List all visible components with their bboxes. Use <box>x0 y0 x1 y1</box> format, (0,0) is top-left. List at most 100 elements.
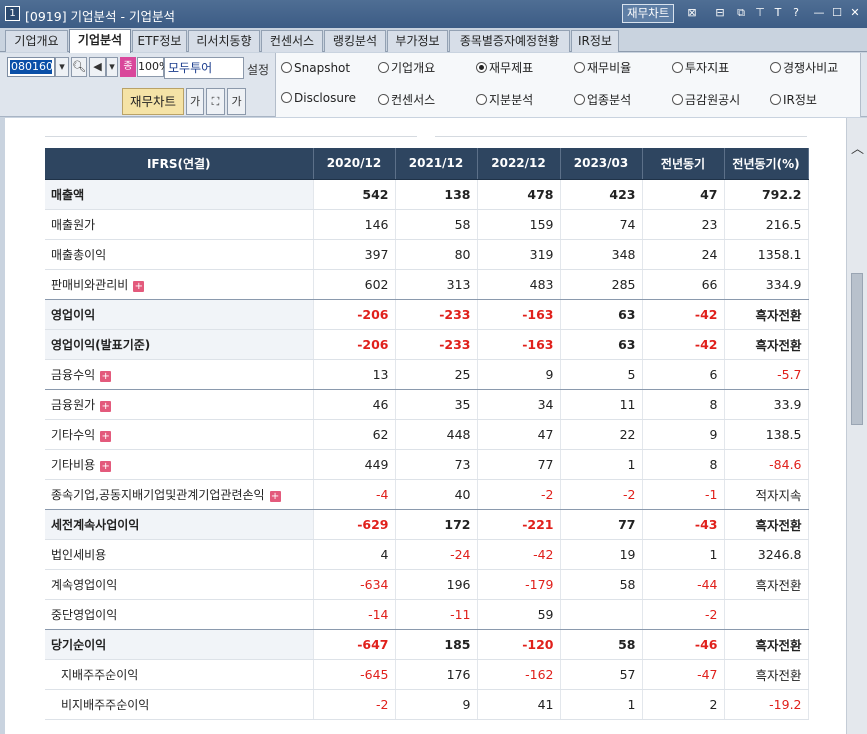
font-increase-button[interactable]: 가 <box>227 88 246 115</box>
tab-company-overview[interactable]: 기업개요 <box>5 30 68 52</box>
radio-financial-statements[interactable]: 재무제표 <box>476 61 533 75</box>
table-cell: 138 <box>395 179 478 210</box>
radio-company-overview[interactable]: 기업개요 <box>378 61 435 75</box>
header-col: 2023/03 <box>560 148 643 180</box>
row-label-text: 종속기업,공동지배기업및관계기업관련손익 <box>51 487 265 502</box>
expand-plus-icon[interactable]: + <box>100 460 112 472</box>
table-cell: 542 <box>313 179 396 210</box>
table-cell: 792.2 <box>724 179 809 210</box>
speaker-dropdown-icon[interactable]: ▾ <box>106 57 118 77</box>
stock-type-button[interactable]: 종 <box>120 57 136 77</box>
radio-industry-analysis[interactable]: 업종분석 <box>574 93 631 107</box>
table-cell: 22 <box>560 419 643 450</box>
minimize-icon[interactable]: — <box>812 6 826 20</box>
table-row: 기타수익 +62 448 47 22 9 138.5 <box>45 419 809 450</box>
tab-capital-increase[interactable]: 종목별증자예정현황 <box>449 30 570 52</box>
scrollbar-thumb[interactable] <box>851 273 863 425</box>
expand-plus-icon[interactable]: + <box>100 430 112 442</box>
view-radio-group: Snapshot 기업개요 재무제표 재무비율 투자지표 경쟁사비교 Discl… <box>275 53 861 117</box>
row-label-text: 법인세비용 <box>51 547 107 562</box>
speaker-icon[interactable]: ◀ <box>89 57 106 77</box>
radio-dot-icon <box>378 94 389 105</box>
radio-fss-disclosure[interactable]: 금감원공시 <box>672 93 740 107</box>
table-cell: -4 <box>313 479 396 510</box>
expand-plus-icon[interactable]: + <box>100 400 112 412</box>
table-cell: -44 <box>642 569 725 600</box>
tab-ir-info[interactable]: IR정보 <box>571 30 619 52</box>
radio-ir-info[interactable]: IR정보 <box>770 93 817 107</box>
row-label-text: 기타비용 <box>51 457 96 472</box>
row-label: 세전계속사업이익 <box>45 509 314 540</box>
tab-additional-info[interactable]: 부가정보 <box>387 30 448 52</box>
table-cell: 73 <box>395 449 478 480</box>
fit-screen-icon[interactable]: ⛶ <box>206 88 225 115</box>
table-cell: 77 <box>477 449 561 480</box>
radio-disclosure[interactable]: Disclosure <box>281 91 356 105</box>
fin-chart-button[interactable]: 재무차트 <box>122 88 184 115</box>
table-cell: 77 <box>560 509 643 540</box>
table-cell: 6 <box>642 359 725 390</box>
search-icon[interactable]: 🔍︎ <box>71 57 87 77</box>
tab-company-analysis[interactable]: 기업분석 <box>69 29 131 53</box>
row-label: 영업이익 <box>45 299 314 330</box>
row-label: 판매비와관리비 + <box>45 269 314 300</box>
radio-snapshot[interactable]: Snapshot <box>281 61 350 75</box>
table-cell: 3246.8 <box>724 539 809 570</box>
font-icon[interactable]: T <box>771 6 785 20</box>
table-cell: 66 <box>642 269 725 300</box>
copy-window-icon[interactable]: ⧉ <box>734 6 748 20</box>
table-cell: -233 <box>395 329 478 360</box>
table-cell: -2 <box>477 479 561 510</box>
main-tabs: 기업개요 기업분석 ETF정보 리서치동향 컨센서스 랭킹분석 부가정보 종목별… <box>0 28 867 53</box>
table-row: 당기순이익 -647 185 -120 58 -46 흑자전환 <box>45 629 809 660</box>
tab-ranking-analysis[interactable]: 랭킹분석 <box>324 30 386 52</box>
row-label: 영업이익(발표기준) <box>45 329 314 360</box>
code-dropdown-icon[interactable]: ▾ <box>55 57 69 77</box>
radio-investment-indicators[interactable]: 투자지표 <box>672 61 729 75</box>
table-cell: 흑자전환 <box>724 299 809 330</box>
tab-research-trend[interactable]: 리서치동향 <box>188 30 260 52</box>
chart-icon[interactable]: ⊠ <box>685 6 699 20</box>
radio-financial-ratios[interactable]: 재무비율 <box>574 61 631 75</box>
scroll-up-icon[interactable]: ︿ <box>851 138 864 157</box>
setting-button[interactable]: 설정 <box>247 61 269 78</box>
table-cell: 1 <box>560 449 643 480</box>
stock-name-field[interactable]: 모두투어 <box>164 57 244 79</box>
radio-shareholding[interactable]: 지분분석 <box>476 93 533 107</box>
row-label-text: 매출원가 <box>51 217 96 232</box>
table-cell: 285 <box>560 269 643 300</box>
table-row: 매출원가 146 58 159 74 23 216.5 <box>45 209 809 240</box>
tab-etf-info[interactable]: ETF정보 <box>132 30 187 52</box>
expand-plus-icon[interactable]: + <box>133 280 145 292</box>
radio-dot-icon <box>672 94 683 105</box>
tab-consensus[interactable]: 컨센서스 <box>261 30 323 52</box>
radio-competitor-comparison[interactable]: 경쟁사비교 <box>770 61 838 75</box>
table-cell: 138.5 <box>724 419 809 450</box>
row-label: 종속기업,공동지배기업및관계기업관련손익 + <box>45 479 314 510</box>
table-cell: 47 <box>642 179 725 210</box>
font-decrease-button[interactable]: 가 <box>186 88 204 115</box>
fin-chart-title-button[interactable]: 재무차트 <box>622 4 675 23</box>
table-cell: -179 <box>477 569 561 600</box>
table-cell: 62 <box>313 419 396 450</box>
table-cell: 348 <box>560 239 643 270</box>
radio-dot-checked-icon <box>476 62 487 73</box>
stock-code-input[interactable]: 080160 <box>7 57 55 77</box>
header-col: 전년동기(%) <box>724 148 809 180</box>
link-icon[interactable]: ⊟ <box>713 6 727 20</box>
row-label: 중단영업이익 <box>45 599 314 630</box>
maximize-icon[interactable]: ☐ <box>830 6 844 20</box>
vertical-scrollbar[interactable]: ︿ <box>846 118 867 734</box>
table-cell: 흑자전환 <box>724 509 809 540</box>
radio-consensus[interactable]: 컨센서스 <box>378 93 435 107</box>
help-icon[interactable]: ? <box>789 6 803 20</box>
table-row: 지배주주순이익 -645 176 -162 57 -47 흑자전환 <box>45 659 809 690</box>
pin-icon[interactable]: ⊤ <box>753 6 767 20</box>
expand-plus-icon[interactable]: + <box>269 490 281 502</box>
zoom-level[interactable]: 100% <box>137 57 169 77</box>
expand-plus-icon[interactable]: + <box>100 370 112 382</box>
table-cell: -42 <box>477 539 561 570</box>
row-label-text: 금융수익 <box>51 367 96 382</box>
row-label-text: 금융원가 <box>51 397 96 412</box>
close-icon[interactable]: ✕ <box>848 6 862 20</box>
